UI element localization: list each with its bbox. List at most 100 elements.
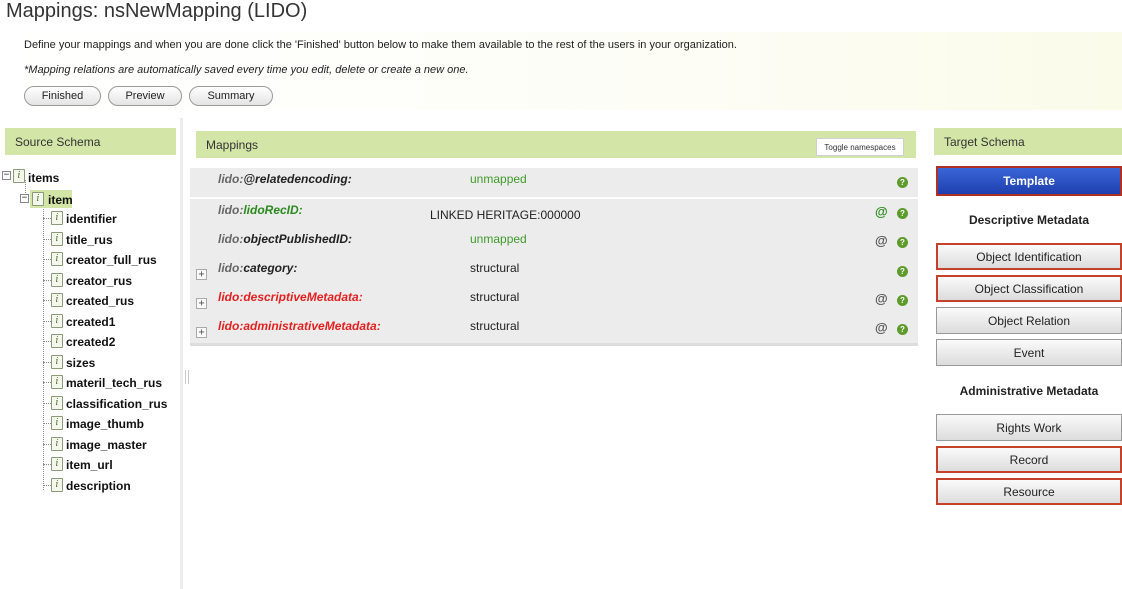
object-relation-button[interactable]: Object Relation: [936, 307, 1122, 334]
field-local-name: @relatedencoding:: [243, 172, 352, 186]
tree-guide: [43, 205, 44, 490]
page-title: Mappings: nsNewMapping (LIDO): [6, 0, 308, 22]
mapping-row[interactable]: lido:lidoRecID: LINKED HERITAGE:000000 @?: [190, 199, 918, 229]
tree-node-field[interactable]: materil_tech_rus: [66, 376, 162, 390]
source-schema-header: Source Schema: [5, 128, 176, 155]
mapping-field-name[interactable]: lido:descriptiveMetadata:: [218, 290, 363, 304]
mapping-row[interactable]: + lido:descriptiveMetadata: structural @?: [190, 286, 918, 316]
element-info-icon: i: [51, 478, 63, 492]
element-info-icon: i: [51, 334, 63, 348]
field-namespace: lido:: [218, 319, 244, 333]
help-icon[interactable]: ?: [897, 208, 908, 219]
tree-node-field[interactable]: creator_rus: [66, 274, 132, 288]
autosave-note: *Mapping relations are automatically sav…: [24, 64, 469, 76]
mapping-value[interactable]: unmapped: [470, 172, 527, 186]
field-local-name: objectPublishedID:: [243, 232, 353, 246]
preview-button[interactable]: Preview: [108, 86, 182, 106]
element-info-icon: i: [51, 252, 63, 266]
resource-button[interactable]: Resource: [936, 478, 1122, 505]
finished-button[interactable]: Finished: [24, 86, 101, 106]
tree-node-field[interactable]: created1: [66, 315, 115, 329]
element-info-icon: i: [51, 314, 63, 328]
field-namespace: lido:: [218, 261, 244, 275]
tree-guide: [43, 259, 51, 260]
help-icon[interactable]: ?: [897, 177, 908, 188]
record-button[interactable]: Record: [936, 446, 1122, 473]
tree-node-field[interactable]: image_thumb: [66, 417, 144, 431]
toggle-namespaces-button[interactable]: Toggle namespaces: [816, 138, 904, 156]
tree-node-items[interactable]: items: [28, 171, 59, 185]
mapping-field-name[interactable]: lido:administrativeMetadata:: [218, 319, 381, 333]
mappings-header: Mappings: [196, 131, 916, 158]
expand-plus-icon[interactable]: +: [196, 327, 207, 338]
element-info-icon: i: [51, 437, 63, 451]
mapping-value[interactable]: unmapped: [470, 232, 527, 246]
expand-plus-icon[interactable]: +: [196, 298, 207, 309]
administrative-metadata-heading: Administrative Metadata: [959, 384, 1099, 398]
tree-guide: [43, 280, 51, 281]
tree-guide: [43, 341, 51, 342]
mapping-value[interactable]: structural: [470, 290, 519, 304]
template-button[interactable]: Template: [936, 166, 1122, 196]
tree-node-field[interactable]: description: [66, 479, 131, 493]
tree-node-field[interactable]: classification_rus: [66, 397, 167, 411]
field-namespace: lido:: [218, 203, 244, 217]
collapse-toggle-icon[interactable]: −: [2, 171, 11, 180]
tree-guide: [43, 300, 51, 301]
mapping-field-name[interactable]: lido:objectPublishedID:: [218, 232, 352, 246]
tree-guide: [43, 403, 51, 404]
panel-divider[interactable]: [180, 118, 183, 589]
mapping-value[interactable]: LINKED HERITAGE:000000: [430, 208, 581, 222]
mapping-row[interactable]: + lido:category: structural?: [190, 257, 918, 287]
tree-node-field[interactable]: image_master: [66, 438, 147, 452]
attributes-at-icon[interactable]: @: [875, 233, 888, 248]
tree-guide: [43, 485, 51, 486]
expand-plus-icon[interactable]: +: [196, 269, 207, 280]
object-identification-button[interactable]: Object Identification: [936, 243, 1122, 270]
tree-node-field[interactable]: identifier: [66, 212, 117, 226]
element-info-icon: i: [32, 192, 44, 206]
mapping-value[interactable]: structural: [470, 319, 519, 333]
summary-button[interactable]: Summary: [189, 86, 273, 106]
object-classification-button[interactable]: Object Classification: [936, 275, 1122, 302]
element-info-icon: i: [51, 273, 63, 287]
mapping-field-name[interactable]: lido:@relatedencoding:: [218, 172, 352, 186]
tree-node-field[interactable]: item_url: [66, 458, 113, 472]
help-icon[interactable]: ?: [897, 237, 908, 248]
element-info-icon: i: [51, 457, 63, 471]
field-namespace: lido:: [218, 172, 244, 186]
tree-node-field[interactable]: sizes: [66, 356, 95, 370]
tree-guide: [43, 362, 51, 363]
mapping-field-name[interactable]: lido:lidoRecID:: [218, 203, 303, 217]
event-button[interactable]: Event: [936, 339, 1122, 366]
mapping-row[interactable]: + lido:administrativeMetadata: structural @…: [190, 315, 918, 345]
tree-guide: [43, 321, 51, 322]
help-icon[interactable]: ?: [897, 295, 908, 306]
field-local-name: lidoRecID:: [243, 203, 303, 217]
descriptive-metadata-heading: Descriptive Metadata: [968, 213, 1090, 227]
tree-node-field[interactable]: created2: [66, 335, 115, 349]
field-local-name: administrativeMetadata:: [243, 319, 381, 333]
element-info-icon: i: [13, 169, 25, 183]
help-icon[interactable]: ?: [897, 324, 908, 335]
rights-work-button[interactable]: Rights Work: [936, 414, 1122, 441]
tree-guide: [43, 423, 51, 424]
tree-guide: [43, 382, 51, 383]
tree-node-field[interactable]: title_rus: [66, 233, 113, 247]
help-icon[interactable]: ?: [897, 266, 908, 277]
element-info-icon: i: [51, 293, 63, 307]
element-info-icon: i: [51, 416, 63, 430]
collapse-toggle-icon[interactable]: −: [20, 194, 29, 203]
tree-node-item[interactable]: item: [48, 193, 73, 207]
mapping-value[interactable]: structural: [470, 261, 519, 275]
attributes-at-icon[interactable]: @: [875, 291, 888, 306]
attributes-at-icon[interactable]: @: [875, 204, 888, 219]
tree-node-field[interactable]: created_rus: [66, 294, 134, 308]
tree-node-field[interactable]: creator_full_rus: [66, 253, 157, 267]
mapping-row[interactable]: lido:@relatedencoding: unmapped?: [190, 168, 918, 198]
tree-guide: [43, 218, 51, 219]
mapping-field-name[interactable]: lido:category:: [218, 261, 297, 275]
resize-grip-icon[interactable]: [185, 370, 189, 384]
attributes-at-icon[interactable]: @: [875, 320, 888, 335]
mapping-row[interactable]: lido:objectPublishedID: unmapped @?: [190, 228, 918, 258]
